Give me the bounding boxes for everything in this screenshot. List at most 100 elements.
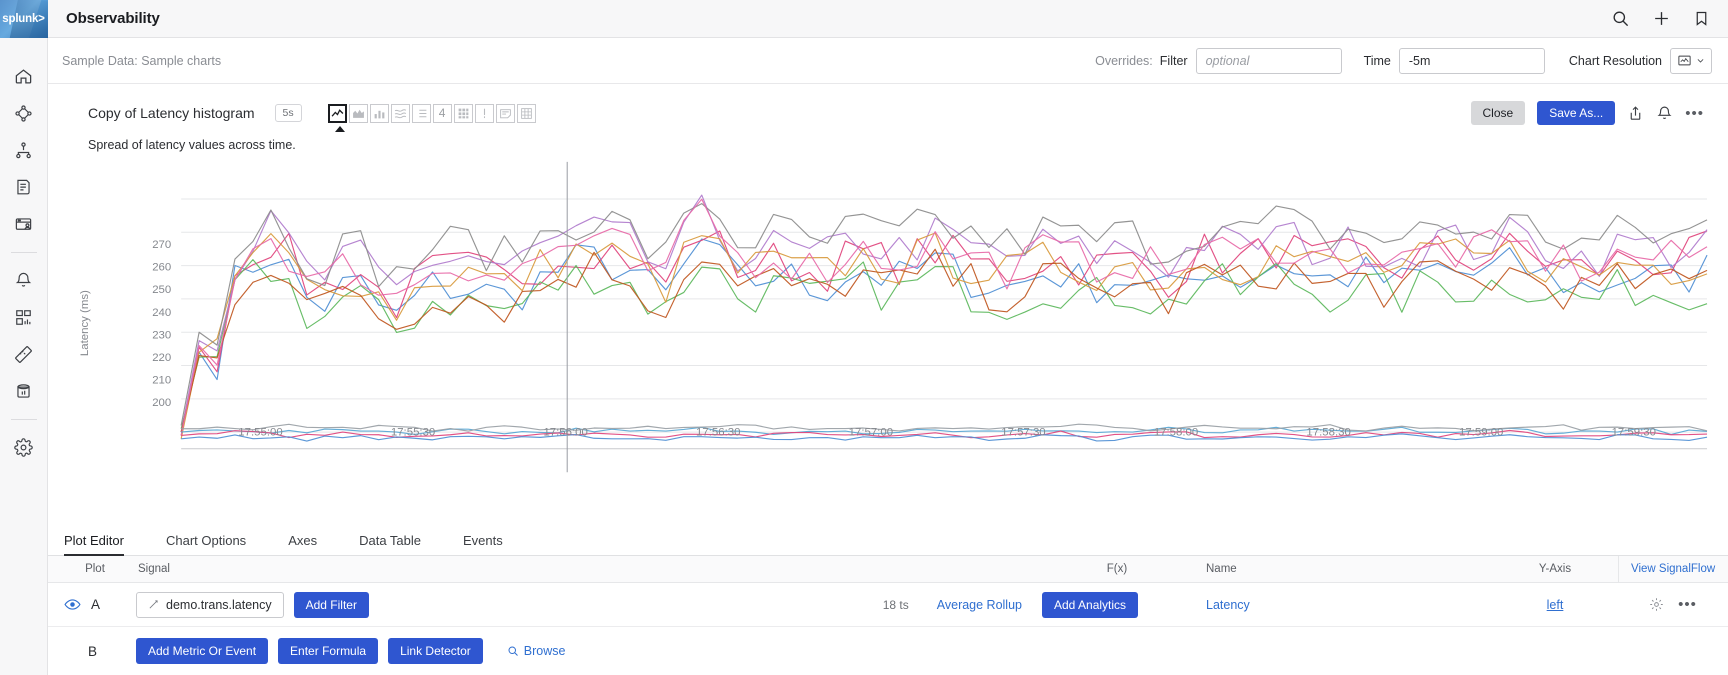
overrides-label: Overrides: bbox=[1095, 54, 1153, 68]
svg-text:Latency (ms): Latency (ms) bbox=[79, 290, 91, 356]
tag-icon bbox=[148, 599, 159, 610]
enter-formula-button[interactable]: Enter Formula bbox=[278, 638, 378, 664]
view-signalflow-link[interactable]: View SignalFlow bbox=[1618, 556, 1728, 583]
sidebar-item-rum[interactable] bbox=[0, 206, 48, 243]
top-bar: Observability bbox=[48, 0, 1728, 38]
line-chart-type-button[interactable] bbox=[328, 104, 347, 123]
header-plot: Plot bbox=[64, 563, 126, 575]
filter-input[interactable] bbox=[1196, 48, 1342, 74]
row-b-actions: Add Metric Or Event Enter Formula Link D… bbox=[126, 638, 565, 664]
plot-name-a[interactable]: Latency bbox=[1192, 598, 1492, 612]
chart-axis-labels: 270260250240230220210200Latency (ms)17:5… bbox=[64, 156, 1712, 522]
plot-editor-table: Plot Signal F(x) Name Y-Axis View Signal… bbox=[48, 556, 1728, 675]
app-root: splunk> bbox=[0, 0, 1728, 675]
area-chart-type-button[interactable] bbox=[349, 104, 368, 123]
svg-text:230: 230 bbox=[152, 329, 171, 341]
search-icon bbox=[507, 645, 519, 657]
tab-plot-editor[interactable]: Plot Editor bbox=[64, 533, 124, 555]
column-chart-type-button[interactable] bbox=[370, 104, 389, 123]
svg-text:240: 240 bbox=[152, 307, 171, 319]
svg-text:17:56:30: 17:56:30 bbox=[696, 426, 740, 438]
event-feed-chart-type-button[interactable] bbox=[475, 104, 494, 123]
chart-plot-area[interactable]: 270260250240230220210200Latency (ms)17:5… bbox=[64, 156, 1712, 522]
add-analytics-button[interactable]: Add Analytics bbox=[1042, 592, 1138, 618]
sidebar-item-infrastructure[interactable] bbox=[0, 95, 48, 132]
plus-icon[interactable] bbox=[1652, 9, 1671, 28]
signal-name: demo.trans.latency bbox=[166, 598, 272, 612]
table-row-a: A demo.trans.latency Add Filter 18 ts Av… bbox=[48, 583, 1728, 627]
sidebar-item-metrics[interactable] bbox=[0, 336, 48, 373]
sidebar-item-log-observer[interactable] bbox=[0, 169, 48, 206]
chart-type-toolbar: 4 bbox=[328, 104, 538, 123]
browse-label: Browse bbox=[524, 644, 566, 658]
tab-data-table[interactable]: Data Table bbox=[359, 533, 421, 555]
chart-resolution-icon bbox=[1677, 53, 1692, 68]
table-chart-type-button[interactable] bbox=[517, 104, 536, 123]
svg-text:17:59:30: 17:59:30 bbox=[1612, 426, 1656, 438]
histogram-chart-type-button[interactable] bbox=[391, 104, 410, 123]
chart-resolution-select[interactable] bbox=[1670, 48, 1712, 74]
tab-chart-options[interactable]: Chart Options bbox=[166, 533, 246, 555]
sidebar-item-home[interactable] bbox=[0, 58, 48, 95]
share-icon[interactable] bbox=[1627, 105, 1644, 122]
sidebar-item-data-management[interactable] bbox=[0, 373, 48, 410]
sidebar-item-dashboards[interactable] bbox=[0, 299, 48, 336]
sidebar-nav bbox=[0, 38, 47, 466]
rollup-link[interactable]: Average Rollup bbox=[937, 598, 1042, 612]
save-as-button[interactable]: Save As... bbox=[1537, 101, 1615, 125]
single-value-glyph: 4 bbox=[439, 107, 446, 119]
svg-text:17:57:30: 17:57:30 bbox=[1001, 426, 1045, 438]
header-fx: F(x) bbox=[1042, 563, 1192, 575]
chart-header: Copy of Latency histogram 5s bbox=[64, 84, 1712, 128]
text-note-chart-type-button[interactable] bbox=[496, 104, 515, 123]
row-more-icon[interactable]: ••• bbox=[1678, 597, 1697, 612]
svg-text:220: 220 bbox=[152, 352, 171, 364]
close-button[interactable]: Close bbox=[1471, 101, 1526, 125]
link-detector-button[interactable]: Link Detector bbox=[388, 638, 483, 664]
single-value-chart-type-button[interactable]: 4 bbox=[433, 104, 452, 123]
header-yaxis: Y-Axis bbox=[1492, 563, 1618, 575]
svg-text:17:56:00: 17:56:00 bbox=[543, 426, 587, 438]
browse-link[interactable]: Browse bbox=[507, 644, 566, 658]
main-area: Observability Sample Data: Sample charts… bbox=[48, 0, 1728, 675]
yaxis-link[interactable]: left bbox=[1547, 598, 1564, 612]
tab-axes[interactable]: Axes bbox=[288, 533, 317, 555]
more-icon[interactable]: ••• bbox=[1685, 106, 1704, 121]
search-icon[interactable] bbox=[1611, 9, 1630, 28]
heatmap-chart-type-button[interactable] bbox=[454, 104, 473, 123]
sidebar-item-alerts[interactable] bbox=[0, 262, 48, 299]
chevron-down-icon bbox=[1696, 56, 1705, 65]
visibility-eye-icon[interactable] bbox=[64, 596, 81, 613]
add-metric-or-event-button[interactable]: Add Metric Or Event bbox=[136, 638, 268, 664]
header-name: Name bbox=[1192, 563, 1492, 575]
splunk-logo[interactable]: splunk> bbox=[0, 0, 48, 38]
tab-events[interactable]: Events bbox=[463, 533, 503, 555]
svg-text:17:58:00: 17:58:00 bbox=[1154, 426, 1198, 438]
svg-text:210: 210 bbox=[152, 375, 171, 387]
sidebar-item-settings[interactable] bbox=[0, 429, 48, 466]
logo-text: splunk> bbox=[2, 13, 44, 25]
gear-icon[interactable] bbox=[1649, 597, 1664, 612]
chart-header-actions: Close Save As... ••• bbox=[1471, 101, 1712, 125]
table-row-b: B Add Metric Or Event Enter Formula Link… bbox=[48, 627, 1728, 675]
bookmark-icon[interactable] bbox=[1693, 9, 1710, 28]
sidebar-item-apm[interactable] bbox=[0, 132, 48, 169]
page-title: Observability bbox=[66, 10, 160, 27]
list-chart-type-button[interactable] bbox=[412, 104, 431, 123]
svg-text:17:55:00: 17:55:00 bbox=[238, 426, 282, 438]
chart-type-selected-caret bbox=[335, 126, 345, 132]
add-filter-button[interactable]: Add Filter bbox=[294, 592, 369, 618]
plot-letter-a: A bbox=[91, 597, 100, 612]
svg-text:200: 200 bbox=[152, 397, 171, 409]
header-signal: Signal bbox=[126, 563, 1042, 575]
sub-bar: Sample Data: Sample charts Overrides: Fi… bbox=[48, 38, 1728, 84]
time-input[interactable] bbox=[1399, 48, 1545, 74]
signal-pill[interactable]: demo.trans.latency bbox=[136, 592, 284, 618]
yaxis-cell-a: left bbox=[1492, 596, 1618, 614]
time-label: Time bbox=[1364, 54, 1391, 68]
fx-cell-a: Add Analytics bbox=[1042, 592, 1192, 618]
signal-cell-a: demo.trans.latency Add Filter 18 ts Aver… bbox=[126, 592, 1042, 618]
chart-panel: Copy of Latency histogram 5s bbox=[48, 84, 1728, 522]
bell-icon[interactable] bbox=[1656, 105, 1673, 122]
chart-title: Copy of Latency histogram bbox=[88, 105, 255, 121]
